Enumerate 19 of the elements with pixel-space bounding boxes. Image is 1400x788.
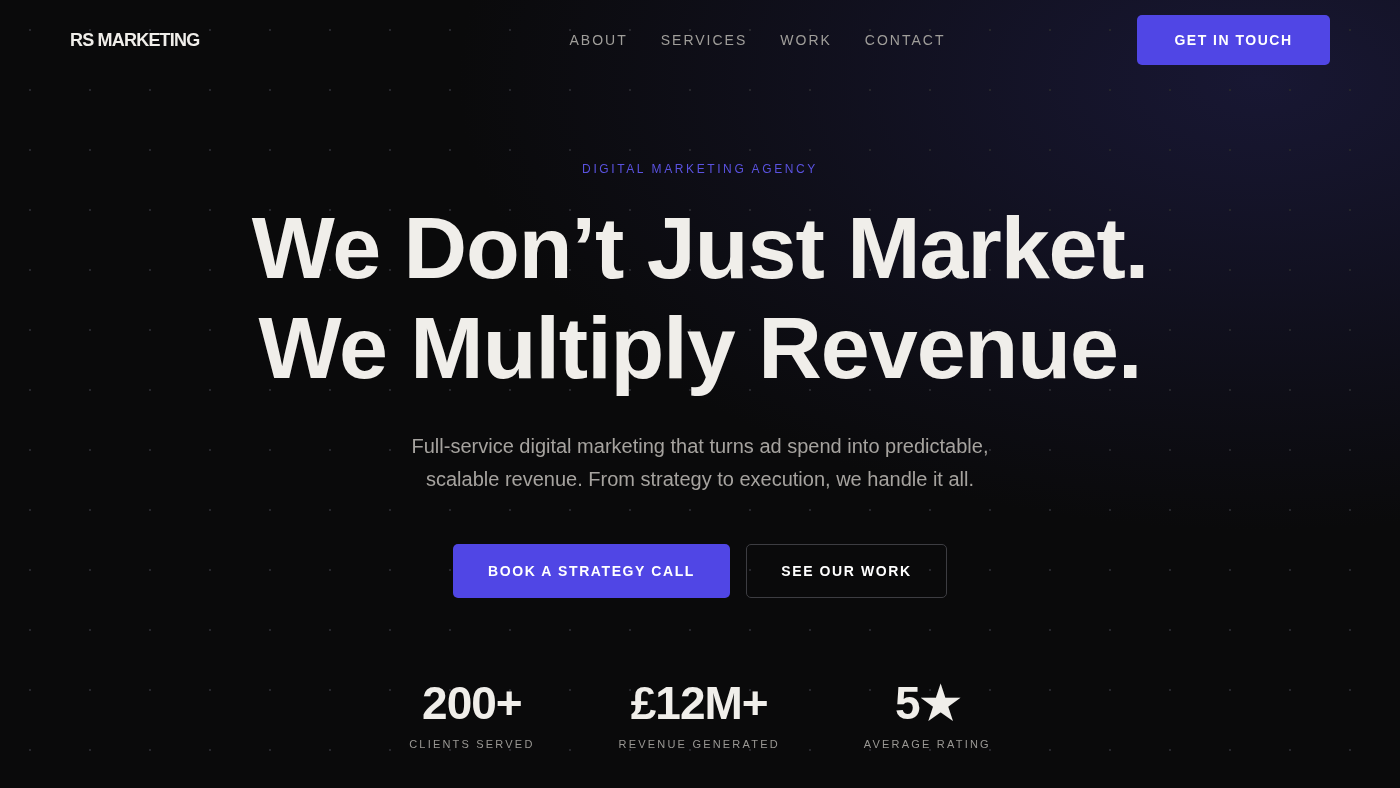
headline-line: We Multiply Revenue. bbox=[258, 298, 1142, 398]
nav-link[interactable]: WORK bbox=[780, 32, 832, 48]
book-call-button[interactable]: BOOK A STRATEGY CALL bbox=[453, 544, 730, 598]
eyebrow-text: DIGITAL MARKETING AGENCY bbox=[582, 162, 818, 176]
stat-value: £12M+ bbox=[630, 678, 768, 728]
nav-link[interactable]: ABOUT bbox=[569, 32, 628, 48]
subtitle-line: Full-service digital marketing that turns ad spend into predictable, bbox=[411, 434, 989, 459]
get-in-touch-button[interactable]: GET IN TOUCH bbox=[1137, 15, 1330, 65]
stat-label: AVERAGE RATING bbox=[863, 738, 991, 750]
stat-value: 5★ bbox=[895, 678, 960, 728]
nav-link[interactable]: SERVICES bbox=[660, 32, 748, 48]
headline-line: We Don’t Just Market. bbox=[251, 198, 1149, 298]
see-work-button[interactable]: SEE OUR WORK bbox=[746, 544, 947, 598]
subtitle-line: scalable revenue. From strategy to execution, we handle it all. bbox=[425, 467, 975, 492]
nav-link[interactable]: CONTACT bbox=[864, 32, 946, 48]
brand-logo[interactable]: RS MARKETING bbox=[70, 29, 260, 51]
stat-value: 200+ bbox=[422, 678, 522, 728]
stat-label: CLIENTS SERVED bbox=[409, 738, 535, 750]
stat-label: REVENUE GENERATED bbox=[618, 738, 780, 750]
